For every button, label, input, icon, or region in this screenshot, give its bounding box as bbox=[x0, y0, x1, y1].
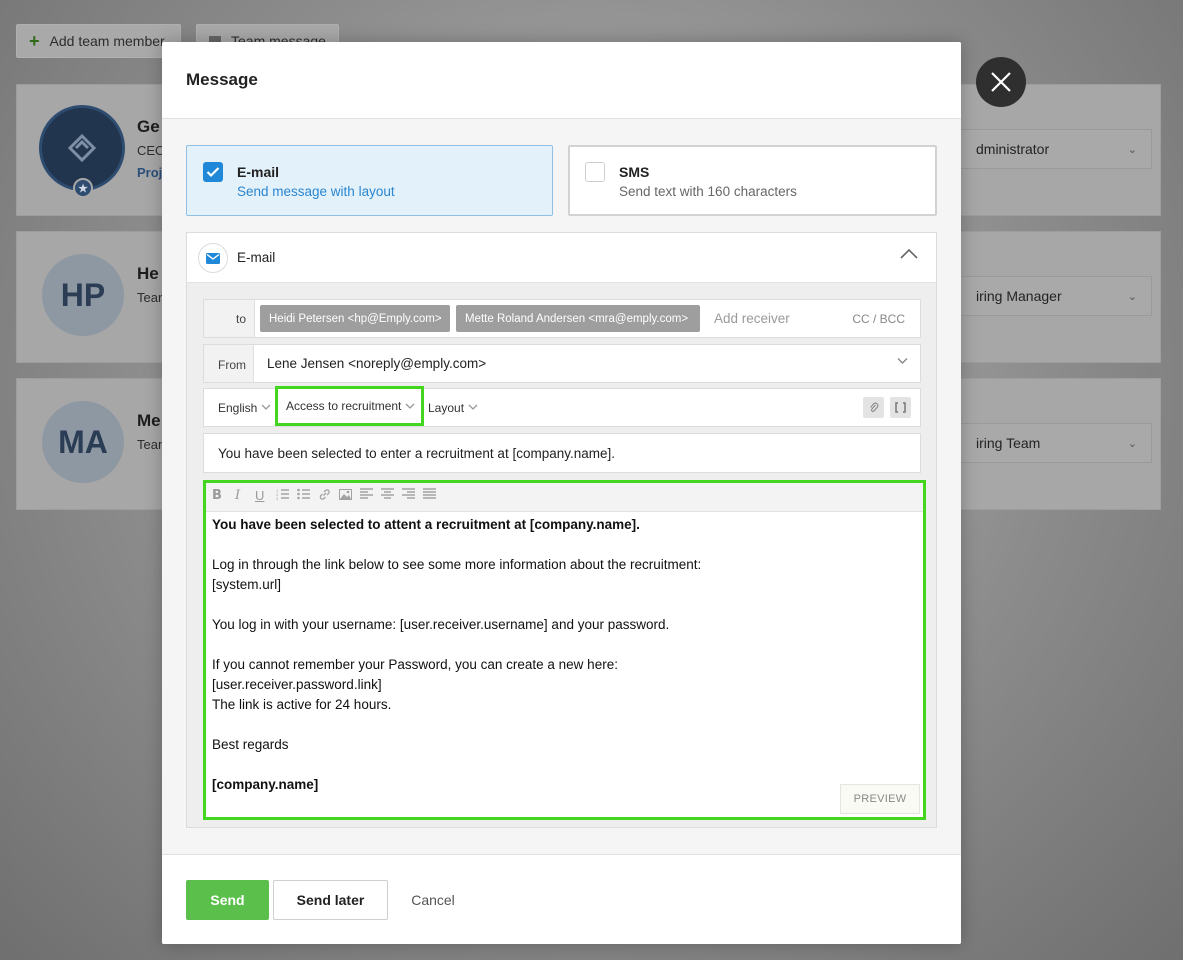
member-name: He bbox=[137, 264, 159, 283]
checkmark-icon bbox=[206, 167, 220, 178]
from-select[interactable]: From Lene Jensen <noreply@emply.com> bbox=[203, 344, 921, 383]
language-value: English bbox=[218, 400, 258, 415]
member-name: Ge bbox=[137, 117, 160, 136]
company-logo-icon bbox=[67, 133, 97, 163]
member-role-value: iring Manager bbox=[976, 288, 1062, 304]
email-section: E-mail to Heidi Petersen <hp@Emply.com> … bbox=[186, 232, 937, 828]
avatar: ★ bbox=[39, 105, 125, 198]
sms-checkbox[interactable] bbox=[585, 162, 605, 182]
email-body-editor[interactable]: B I U 123 You have been selected to atte… bbox=[203, 480, 926, 820]
chevron-down-icon: ⌄ bbox=[1127, 290, 1137, 303]
chevron-down-icon bbox=[261, 404, 271, 410]
justify-icon[interactable] bbox=[423, 488, 436, 504]
body-line: You log in with your username: [user.rec… bbox=[212, 617, 670, 632]
body-line: If you cannot remember your Password, yo… bbox=[212, 657, 618, 672]
editor-toolbar: B I U 123 bbox=[206, 483, 923, 512]
sms-option-title: SMS bbox=[619, 164, 650, 180]
send-later-button[interactable]: Send later bbox=[273, 880, 388, 920]
email-section-title: E-mail bbox=[237, 250, 276, 265]
modal-header: Message bbox=[162, 42, 961, 119]
from-value: Lene Jensen <noreply@emply.com> bbox=[267, 356, 487, 371]
chevron-down-icon bbox=[468, 404, 478, 410]
ordered-list-icon[interactable]: 123 bbox=[276, 488, 289, 504]
template-select[interactable]: Access to recruitment bbox=[275, 386, 425, 426]
language-select[interactable]: English bbox=[218, 389, 271, 426]
mail-icon bbox=[198, 243, 228, 273]
recipient-chip[interactable]: Mette Roland Andersen <mra@emply.com> bbox=[456, 305, 700, 332]
image-icon[interactable] bbox=[339, 488, 352, 504]
body-line: Log in through the link below to see som… bbox=[212, 557, 702, 572]
subject-value: You have been selected to enter a recrui… bbox=[218, 446, 615, 461]
email-option-desc: Send message with layout bbox=[237, 184, 395, 199]
to-label: to bbox=[204, 300, 255, 337]
chevron-down-icon bbox=[405, 403, 415, 409]
email-section-header[interactable]: E-mail bbox=[187, 233, 936, 283]
chevron-up-icon[interactable] bbox=[900, 248, 918, 260]
template-value: Access to recruitment bbox=[286, 399, 402, 413]
bold-icon[interactable]: B bbox=[212, 488, 222, 504]
layout-select[interactable]: Layout bbox=[428, 389, 478, 426]
body-line: [company.name] bbox=[212, 777, 319, 792]
member-role-select: iring Team ⌄ bbox=[957, 423, 1152, 463]
email-option[interactable]: E-mail Send message with layout bbox=[186, 145, 553, 216]
body-line: [system.url] bbox=[212, 577, 282, 592]
member-role-select: iring Manager ⌄ bbox=[957, 276, 1152, 316]
chevron-down-icon: ⌄ bbox=[1127, 143, 1137, 156]
member-project-link: Proj bbox=[137, 165, 163, 180]
close-button[interactable] bbox=[976, 57, 1026, 107]
template-row: English Access to recruitment Layout bbox=[203, 386, 921, 427]
link-icon[interactable] bbox=[318, 488, 331, 504]
from-label: From bbox=[204, 345, 254, 382]
member-title: Tean bbox=[137, 290, 166, 305]
svg-text:3: 3 bbox=[276, 496, 279, 500]
align-right-icon[interactable] bbox=[402, 488, 415, 504]
align-left-icon[interactable] bbox=[360, 488, 373, 504]
close-icon bbox=[991, 72, 1011, 92]
member-title: CEO bbox=[137, 143, 166, 158]
member-name: Me bbox=[137, 411, 161, 430]
member-role-value: dministrator bbox=[976, 141, 1050, 157]
subject-input[interactable]: You have been selected to enter a recrui… bbox=[203, 433, 921, 473]
modal-footer: Send Send later Cancel bbox=[162, 854, 961, 944]
avatar: HP bbox=[42, 254, 124, 336]
send-button[interactable]: Send bbox=[186, 880, 269, 920]
member-title: Tean bbox=[137, 437, 166, 452]
email-body-text: You have been selected to attent a recru… bbox=[212, 515, 701, 795]
add-receiver-input[interactable]: Add receiver bbox=[714, 311, 790, 326]
email-checkbox[interactable] bbox=[203, 162, 223, 182]
layout-value: Layout bbox=[428, 400, 465, 415]
attachment-icon[interactable] bbox=[863, 397, 884, 418]
fullscreen-icon[interactable] bbox=[890, 397, 911, 418]
cancel-button[interactable]: Cancel bbox=[398, 880, 468, 920]
message-modal: Message E-mail Send message with layout … bbox=[162, 42, 961, 944]
cc-bcc-link[interactable]: CC / BCC bbox=[852, 312, 905, 326]
italic-icon[interactable]: I bbox=[235, 488, 240, 504]
add-team-member-button: + Add team member bbox=[16, 24, 181, 58]
body-line: You have been selected to attent a recru… bbox=[212, 517, 640, 532]
underline-icon[interactable]: U bbox=[255, 488, 264, 504]
chevron-down-icon bbox=[897, 358, 908, 364]
modal-title: Message bbox=[186, 70, 258, 89]
bullet-list-icon[interactable] bbox=[297, 488, 310, 504]
to-field: to Heidi Petersen <hp@Emply.com> Mette R… bbox=[203, 299, 921, 338]
body-line: [user.receiver.password.link] bbox=[212, 677, 382, 692]
recipient-chip[interactable]: Heidi Petersen <hp@Emply.com> bbox=[260, 305, 450, 332]
member-role-select: dministrator ⌄ bbox=[957, 129, 1152, 169]
sms-option-desc: Send text with 160 characters bbox=[619, 184, 797, 199]
star-icon: ★ bbox=[73, 178, 93, 198]
plus-icon: + bbox=[29, 31, 40, 51]
align-center-icon[interactable] bbox=[381, 488, 394, 504]
avatar: MA bbox=[42, 401, 124, 483]
body-line: Best regards bbox=[212, 737, 289, 752]
body-line: The link is active for 24 hours. bbox=[212, 697, 392, 712]
add-team-member-label: Add team member bbox=[49, 33, 165, 49]
member-role-value: iring Team bbox=[976, 435, 1041, 451]
preview-button[interactable]: PREVIEW bbox=[840, 784, 920, 814]
chevron-down-icon: ⌄ bbox=[1127, 437, 1137, 450]
email-option-title: E-mail bbox=[237, 164, 280, 180]
sms-option[interactable]: SMS Send text with 160 characters bbox=[568, 145, 937, 216]
